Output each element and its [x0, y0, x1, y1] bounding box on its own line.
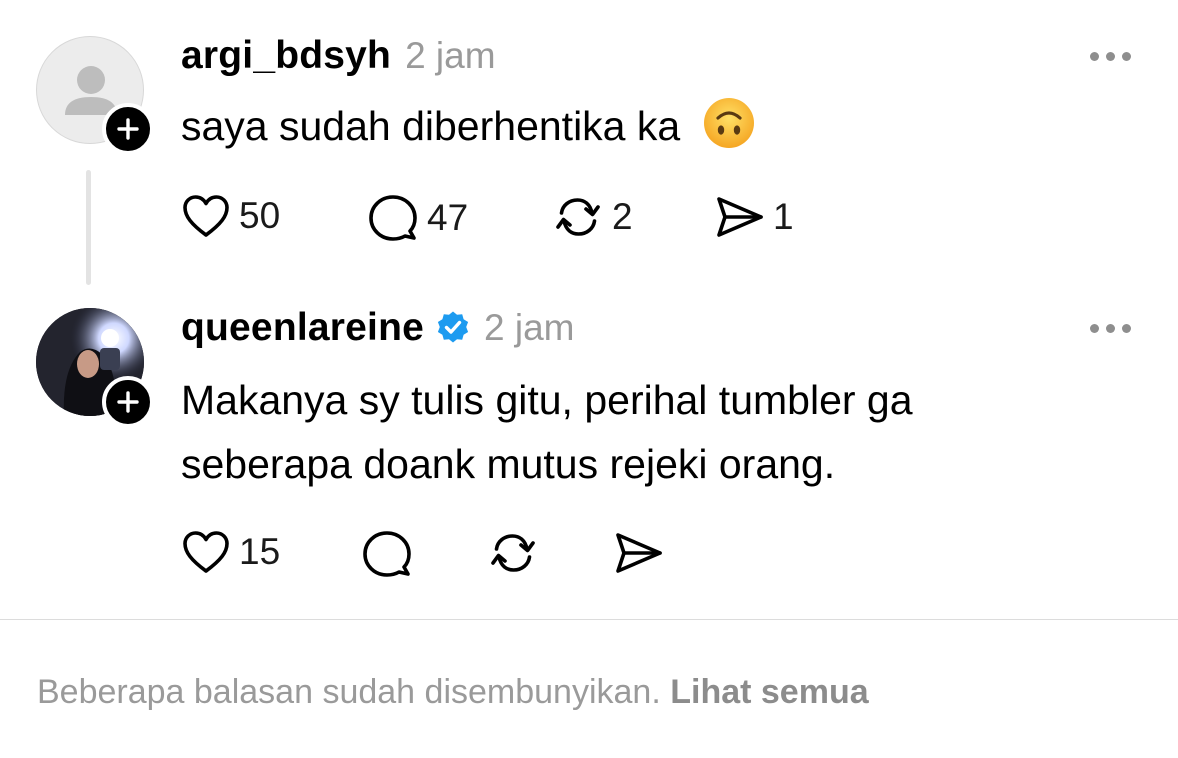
- timestamp: 2 jam: [484, 307, 575, 348]
- hidden-replies-notice: Beberapa balasan sudah disembunyikan. Li…: [37, 673, 869, 712]
- verified-badge-icon: [436, 310, 470, 349]
- send-icon: [616, 533, 662, 573]
- thread-connector-line: [86, 170, 91, 285]
- reply-button[interactable]: [361, 529, 413, 579]
- more-dot-icon: [1090, 52, 1099, 61]
- plus-icon: [117, 391, 139, 413]
- repost-icon: [491, 534, 535, 572]
- repost-button[interactable]: [487, 529, 539, 577]
- more-dot-icon: [1090, 324, 1099, 333]
- post-header: queenlareine 2 jam: [181, 306, 574, 350]
- more-options-button[interactable]: [1090, 324, 1131, 333]
- share-button[interactable]: [612, 529, 664, 577]
- username[interactable]: argi_bdsyh: [181, 34, 391, 78]
- see-all-link[interactable]: Lihat semua: [670, 673, 868, 711]
- hidden-replies-text: Beberapa balasan sudah disembunyikan.: [37, 673, 661, 711]
- repost-icon: [556, 198, 600, 236]
- more-options-button[interactable]: [1090, 52, 1131, 61]
- post-header: argi_bdsyh 2 jam: [181, 34, 496, 78]
- like-count: 15: [239, 531, 281, 572]
- like-button[interactable]: 15: [181, 529, 280, 575]
- plus-icon: [117, 118, 139, 140]
- post-text-body: saya sudah diberhentika ka: [181, 103, 681, 149]
- comment-bubble-icon: [369, 195, 417, 241]
- more-dot-icon: [1122, 52, 1131, 61]
- heart-icon: [183, 195, 229, 237]
- section-divider: [0, 619, 1178, 620]
- send-icon: [717, 197, 763, 237]
- follow-plus-button[interactable]: [102, 376, 154, 428]
- post-text: Makanya sy tulis gitu, perihal tumbler g…: [181, 368, 913, 496]
- reply-button[interactable]: 47: [367, 193, 468, 243]
- share-count: 1: [773, 196, 794, 237]
- username[interactable]: queenlareine: [181, 306, 424, 350]
- share-button[interactable]: 1: [713, 193, 794, 241]
- more-dot-icon: [1106, 52, 1115, 61]
- emoji-icon: [703, 98, 754, 148]
- post-text-line: Makanya sy tulis gitu, perihal tumbler g…: [181, 377, 913, 423]
- more-dot-icon: [1106, 324, 1115, 333]
- post-text-line: seberapa doank mutus rejeki orang.: [181, 441, 836, 487]
- like-count: 50: [239, 195, 281, 236]
- follow-plus-button[interactable]: [102, 103, 154, 155]
- like-button[interactable]: 50: [181, 193, 280, 239]
- repost-button[interactable]: 2: [552, 193, 633, 241]
- heart-icon: [183, 531, 229, 573]
- reply-count: 47: [427, 197, 469, 238]
- more-dot-icon: [1122, 324, 1131, 333]
- post-text: saya sudah diberhentika ka: [181, 94, 756, 168]
- comment-bubble-icon: [363, 531, 411, 577]
- timestamp: 2 jam: [405, 35, 496, 76]
- repost-count: 2: [612, 196, 633, 237]
- upside-down-face-emoji: [702, 96, 756, 168]
